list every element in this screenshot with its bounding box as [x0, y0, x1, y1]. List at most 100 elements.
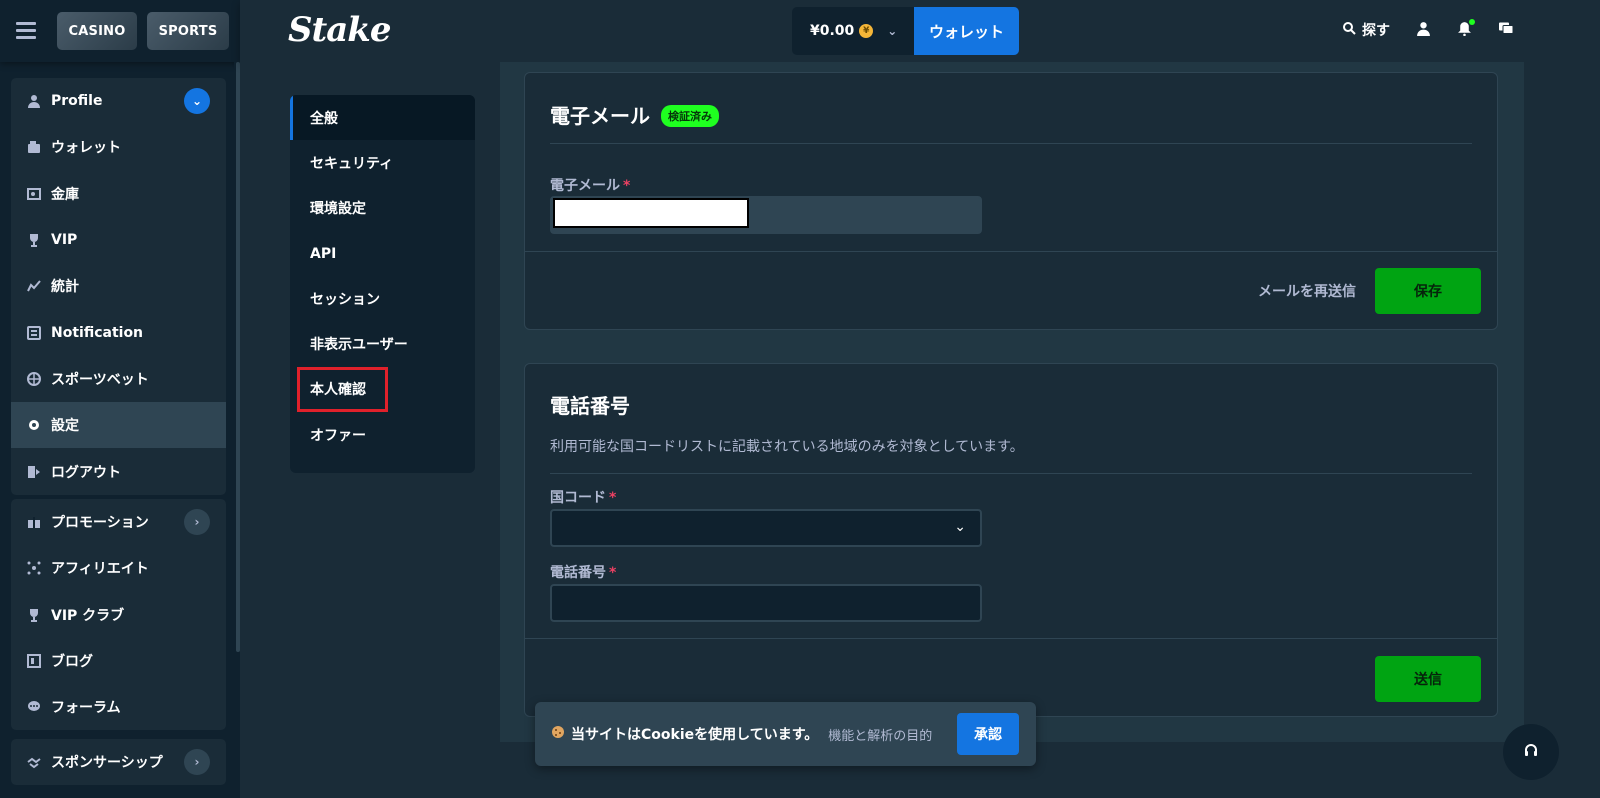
sidebar-item-label: フォーラム	[51, 700, 121, 717]
divider	[525, 638, 1497, 639]
settings-tab-verification[interactable]: 本人確認	[290, 366, 475, 412]
sidebar-item-sportsbet[interactable]: スポーツベット	[11, 356, 226, 402]
sidebar-item-label: アフィリエイト	[51, 561, 149, 578]
vault-icon	[25, 185, 43, 203]
affiliate-icon	[25, 559, 43, 577]
divider	[550, 143, 1472, 144]
sidebar-item-label: Profile	[51, 93, 103, 110]
sidebar-group-account: Profile ⌄ ウォレット 金庫 VIP 統計 Notification ス…	[11, 78, 226, 495]
menu-icon[interactable]	[16, 22, 36, 40]
save-button[interactable]: 保存	[1375, 268, 1481, 314]
sidebar-item-affiliate[interactable]: アフィリエイト	[11, 545, 226, 591]
sportsbet-icon	[25, 370, 43, 388]
search-button[interactable]: 探す	[1342, 20, 1390, 40]
top-header: Stake ¥0.00 ¥ ⌄ ウォレット 探す	[240, 0, 1600, 62]
sidebar-item-label: ウォレット	[51, 140, 121, 157]
search-label: 探す	[1362, 23, 1390, 39]
sidebar-item-profile[interactable]: Profile ⌄	[11, 78, 226, 124]
support-button[interactable]	[1503, 724, 1559, 780]
sidebar-header: CASINO SPORTS	[0, 0, 240, 62]
email-card-title: 電子メール 検証済み	[550, 100, 719, 129]
blog-icon	[25, 652, 43, 670]
divider	[525, 251, 1497, 252]
sidebar-item-label: 統計	[51, 279, 79, 296]
country-code-label-text: 国コード	[550, 490, 606, 506]
cookie-subtext: 機能と解析の目的	[828, 728, 933, 744]
sidebar-item-label: スポーツベット	[51, 371, 149, 388]
sidebar-item-label: VIP	[51, 232, 78, 249]
header-actions: 探す	[1342, 18, 1514, 40]
notifications-button[interactable]	[1457, 18, 1475, 40]
sidebar-item-sponsorship[interactable]: スポンサーシップ ›	[11, 739, 226, 785]
email-label: 電子メール *	[550, 175, 630, 195]
wallet-button[interactable]: ウォレット	[914, 7, 1019, 55]
settings-tab-offers[interactable]: オファー	[290, 412, 475, 457]
sidebar-item-label: 金庫	[51, 186, 79, 203]
sidebar-item-wallet[interactable]: ウォレット	[11, 124, 226, 170]
divider	[550, 473, 1472, 474]
chevron-right-icon[interactable]: ›	[184, 509, 210, 536]
phone-input[interactable]	[550, 584, 982, 622]
required-mark: *	[609, 490, 617, 506]
user-icon	[25, 92, 43, 110]
headset-icon	[1523, 742, 1539, 762]
settings-tab-sessions[interactable]: セッション	[290, 276, 475, 321]
settings-tab-preferences[interactable]: 環境設定	[290, 186, 475, 231]
balance-selector[interactable]: ¥0.00 ¥ ⌄	[792, 7, 914, 55]
settings-tab-api[interactable]: API	[290, 231, 475, 276]
chevron-right-icon[interactable]: ›	[184, 749, 210, 776]
sidebar-item-stats[interactable]: 統計	[11, 263, 226, 309]
settings-tab-ignored-users[interactable]: 非表示ユーザー	[290, 321, 475, 366]
country-code-select[interactable]: ⌄	[550, 509, 982, 547]
sidebar-item-vip[interactable]: VIP	[11, 217, 226, 263]
verified-badge: 検証済み	[660, 104, 719, 127]
settings-tab-general[interactable]: 全般	[290, 95, 475, 141]
sidebar-item-label: Notification	[51, 324, 144, 341]
chat-button[interactable]	[1498, 21, 1514, 40]
sidebar-item-label: ログアウト	[51, 464, 121, 481]
sidebar-group-main: プロモーション › アフィリエイト VIP クラブ ブログ フォーラム	[11, 499, 226, 731]
trophy-icon	[25, 606, 43, 624]
sidebar-group-extra: スポンサーシップ ›	[11, 739, 226, 786]
cookie-accept-button[interactable]: 承認	[957, 713, 1019, 755]
notification-dot	[1469, 18, 1475, 25]
settings-submenu: 全般 セキュリティ 環境設定 API セッション 非表示ユーザー 本人確認 オフ…	[290, 95, 475, 473]
gift-icon	[25, 513, 43, 531]
redacted-email-box	[553, 198, 749, 228]
sidebar-item-vault[interactable]: 金庫	[11, 171, 226, 217]
phone-card-title: 電話番号	[550, 394, 630, 418]
resend-email-button[interactable]: メールを再送信	[1258, 281, 1356, 301]
user-button[interactable]	[1416, 21, 1431, 40]
email-title-text: 電子メール	[550, 104, 650, 128]
yen-coin-icon: ¥	[859, 24, 874, 38]
forum-icon	[25, 698, 43, 716]
search-icon	[1342, 21, 1356, 39]
country-code-label: 国コード *	[550, 487, 616, 507]
wallet-icon	[25, 138, 43, 156]
sidebar-item-forum[interactable]: フォーラム	[11, 684, 226, 730]
highlight-box	[297, 366, 388, 412]
sports-tab[interactable]: SPORTS	[147, 12, 229, 50]
logout-icon	[25, 463, 43, 481]
sidebar-item-vip-club[interactable]: VIP クラブ	[11, 592, 226, 638]
submit-button[interactable]: 送信	[1375, 656, 1481, 702]
sidebar-item-blog[interactable]: ブログ	[11, 638, 226, 684]
sidebar-item-promotions[interactable]: プロモーション ›	[11, 499, 226, 545]
chevron-down-icon[interactable]: ⌄	[184, 88, 210, 115]
gear-icon	[25, 416, 43, 434]
sidebar-item-label: ブログ	[51, 654, 93, 671]
required-mark: *	[623, 178, 631, 194]
stats-icon	[25, 277, 43, 295]
sidebar-item-label: VIP クラブ	[51, 607, 125, 624]
sidebar-item-label: プロモーション	[51, 515, 149, 532]
chevron-down-icon: ⌄	[954, 519, 966, 535]
sidebar-item-notification[interactable]: Notification	[11, 309, 226, 355]
chat-icon	[1498, 21, 1514, 40]
casino-tab[interactable]: CASINO	[57, 12, 137, 50]
sidebar-item-settings[interactable]: 設定	[11, 402, 226, 449]
user-icon	[1416, 21, 1431, 40]
sidebar-item-logout[interactable]: ログアウト	[11, 448, 226, 494]
stake-logo[interactable]: Stake	[288, 10, 391, 50]
cookie-text: 当サイトはCookieを使用しています。	[571, 727, 819, 743]
settings-tab-security[interactable]: セキュリティ	[290, 140, 475, 185]
